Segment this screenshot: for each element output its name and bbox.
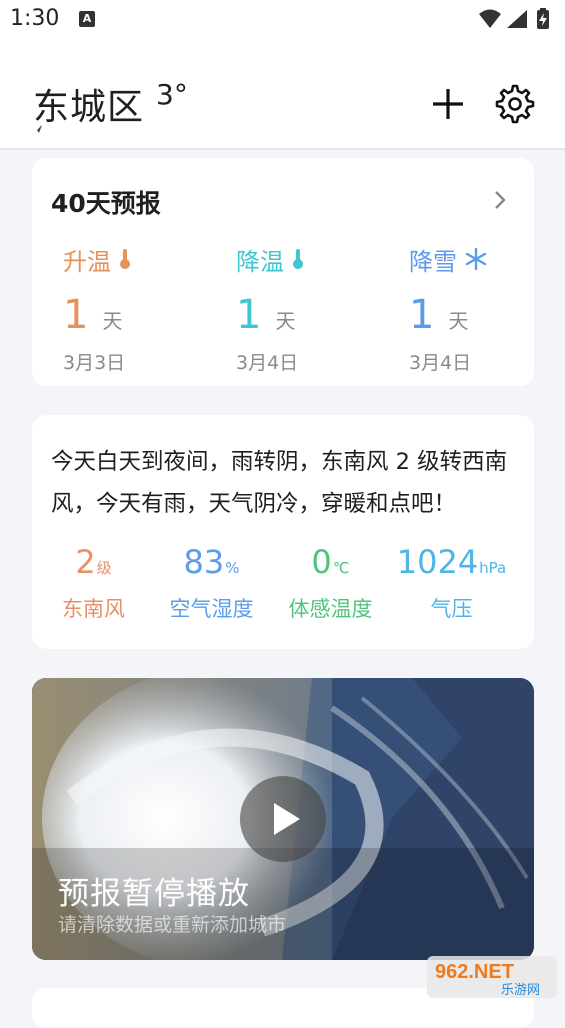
forecast-unit: 天 <box>448 309 469 333</box>
thermometer-icon <box>120 249 130 269</box>
current-temperature: 3° <box>156 78 188 111</box>
play-button[interactable] <box>240 776 326 862</box>
metric-pressure: 1024hPa 气压 <box>389 543 514 623</box>
notification-glyph: A <box>82 12 92 25</box>
forecast-40-card[interactable]: 40天预报 升温 1 天 3月3日 降温 1 天 3月4日 降雪 1 天 3月4… <box>32 158 534 386</box>
metric-value: 1024 <box>396 543 479 581</box>
snowflake-icon <box>465 248 487 270</box>
location-arrow-icon <box>34 125 42 133</box>
watermark-sub: 乐游网 <box>501 982 540 997</box>
metric-label: 东南风 <box>62 597 125 621</box>
video-title: 预报暂停播放 <box>58 876 250 912</box>
forecast-label: 升温 <box>63 247 111 276</box>
forecast-item-snow: 降雪 1 天 3月4日 <box>409 242 559 375</box>
forecast-label: 降温 <box>236 247 284 276</box>
metric-label: 空气湿度 <box>169 597 254 621</box>
status-time: 1:30 <box>10 6 60 31</box>
forecast-item-warming: 升温 1 天 3月3日 <box>63 242 213 375</box>
plus-icon[interactable] <box>428 84 468 124</box>
gear-icon[interactable] <box>495 84 535 124</box>
forecast-count: 1 <box>409 292 435 338</box>
metric-feels-like: 0℃ 体感温度 <box>268 543 393 623</box>
metric-unit: hPa <box>479 559 507 577</box>
forecast-label: 降雪 <box>409 247 457 276</box>
metric-value: 2 <box>75 543 96 581</box>
watermark-logo: 962.NET 乐游网 <box>427 956 557 998</box>
battery-charging-icon <box>537 8 549 29</box>
metric-unit: % <box>225 559 240 577</box>
forecast-40-title: 40天预报 <box>51 189 161 218</box>
weather-description: 今天白天到夜间，雨转阴，东南风 2 级转西南风，今天有雨，天气阴冷，穿暖和点吧！ <box>51 449 508 517</box>
metric-wind: 2级 东南风 <box>31 543 156 623</box>
forecast-video-card[interactable]: 预报暂停播放 请清除数据或重新添加城市 <box>32 678 534 960</box>
metric-unit: 级 <box>96 559 112 577</box>
signal-icon <box>507 10 527 28</box>
forecast-count: 1 <box>63 292 89 338</box>
metric-humidity: 83% 空气湿度 <box>149 543 274 623</box>
play-icon <box>274 803 300 835</box>
status-bar: 1:30 A <box>0 0 565 38</box>
forecast-date: 3月4日 <box>236 352 299 374</box>
status-icons <box>479 8 549 29</box>
metric-label: 体感温度 <box>288 597 373 621</box>
today-summary-card: 今天白天到夜间，雨转阴，东南风 2 级转西南风，今天有雨，天气阴冷，穿暖和点吧！… <box>32 415 534 649</box>
forecast-date: 3月3日 <box>63 352 126 374</box>
forecast-item-cooling: 降温 1 天 3月4日 <box>236 242 386 375</box>
wifi-icon <box>479 9 501 28</box>
metric-value: 83 <box>183 543 225 581</box>
forecast-unit: 天 <box>102 309 123 333</box>
forecast-count: 1 <box>236 292 262 338</box>
forecast-date: 3月4日 <box>409 352 472 374</box>
thermometer-icon <box>293 249 303 269</box>
notification-icon: A <box>79 11 95 27</box>
metric-unit: ℃ <box>332 559 350 577</box>
video-subtitle: 请清除数据或重新添加城市 <box>58 914 287 936</box>
chevron-right-icon[interactable] <box>488 188 512 212</box>
forecast-unit: 天 <box>275 309 296 333</box>
watermark-main: 962.NET <box>435 961 514 983</box>
metric-value: 0 <box>311 543 332 581</box>
header: 东城区 3° <box>0 38 565 150</box>
city-name[interactable]: 东城区 <box>33 78 144 130</box>
metric-label: 气压 <box>430 597 473 621</box>
